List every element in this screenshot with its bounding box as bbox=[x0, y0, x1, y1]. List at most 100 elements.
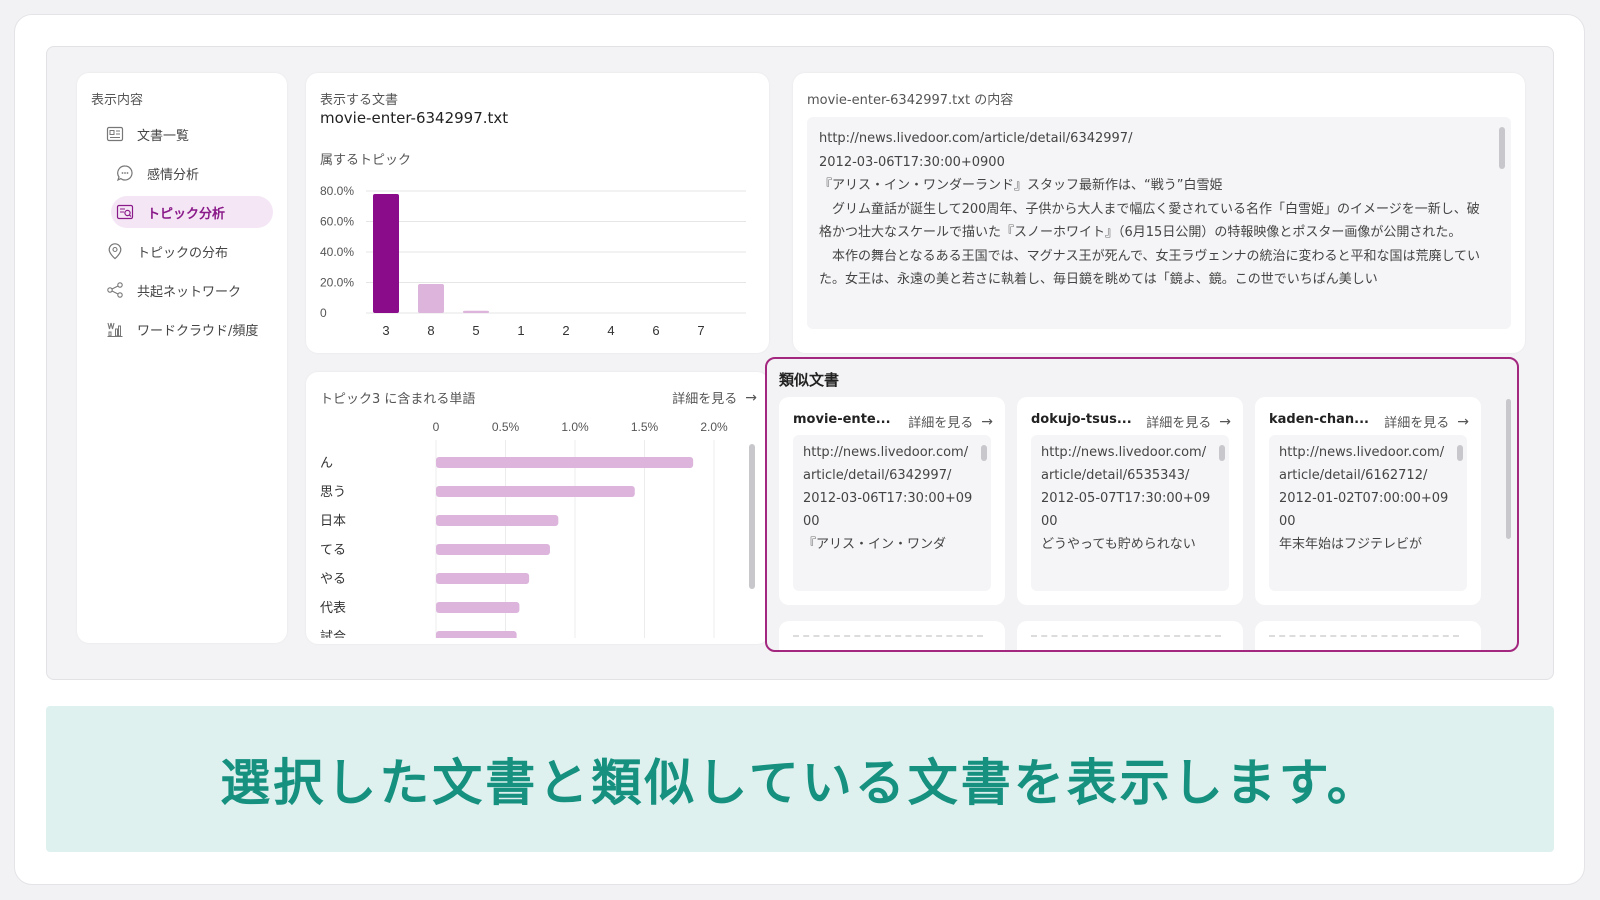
similar-document-text: http://news.livedoor.com/article/detail/… bbox=[1031, 435, 1229, 591]
x-tick-label: 4 bbox=[607, 323, 614, 338]
chat-bubble-icon bbox=[115, 163, 135, 183]
similar-document-card-partial[interactable] bbox=[1255, 621, 1481, 650]
word-label: 日本 bbox=[320, 513, 346, 528]
x-tick-label: 0 bbox=[433, 420, 440, 434]
word-bar bbox=[436, 602, 520, 613]
arrow-right-icon: → bbox=[981, 413, 993, 430]
word-label: 試合 bbox=[320, 629, 346, 638]
word-cloud-icon bbox=[105, 319, 125, 339]
content-line: グリム童話が誕生して200周年、子供から大人まで幅広く愛されている名作「白雪姫」… bbox=[819, 201, 1480, 241]
document-list-icon bbox=[105, 124, 125, 144]
y-tick-label: 20.0% bbox=[320, 276, 354, 290]
app-window: 表示内容 文書一覧 感情分析 トピック分析 トピックの分布 共起ネットワーク ワ… bbox=[46, 46, 1554, 680]
x-tick-label: 5 bbox=[472, 323, 479, 338]
topic-words-panel: トピック3 に含まれる単語 詳細を見る → 0 0.5% 1.0% 1.5% 2.0% ん… bbox=[306, 372, 769, 644]
sidebar-item-label: トピック分析 bbox=[147, 206, 226, 222]
x-tick-label: 2.0% bbox=[700, 420, 728, 434]
detail-link-label: 詳細を見る bbox=[1384, 416, 1450, 431]
similar-document-card[interactable]: dokujo-tsus... 詳細を見る → http://news.lived… bbox=[1017, 397, 1243, 605]
similar-document-name: movie-ente... bbox=[793, 412, 891, 427]
similar-document-card[interactable]: kaden-chan... 詳細を見る → http://news.livedo… bbox=[1255, 397, 1481, 605]
y-tick-label: 60.0% bbox=[320, 215, 354, 229]
content-panel: movie-enter-6342997.txt の内容 http://news.… bbox=[793, 73, 1525, 353]
document-content[interactable]: http://news.livedoor.com/article/detail/… bbox=[807, 117, 1511, 329]
similar-document-name: kaden-chan... bbox=[1269, 412, 1369, 427]
topic-words-detail-link[interactable]: 詳細を見る → bbox=[672, 388, 757, 408]
partial-row bbox=[1269, 635, 1459, 641]
word-bar bbox=[436, 631, 517, 638]
word-bar bbox=[436, 544, 550, 555]
document-filename: movie-enter-6342997.txt bbox=[320, 109, 509, 127]
content-scrollbar[interactable] bbox=[1499, 127, 1505, 169]
word-label: 代表 bbox=[320, 600, 346, 615]
document-label: 表示する文書 bbox=[320, 93, 399, 108]
word-bar bbox=[436, 486, 635, 497]
x-tick-label: 2 bbox=[562, 323, 569, 338]
document-panel: 表示する文書 movie-enter-6342997.txt 属するトピック 0… bbox=[306, 73, 769, 353]
arrow-right-icon: → bbox=[1457, 413, 1469, 430]
similar-document-detail-link[interactable]: 詳細を見る → bbox=[908, 412, 993, 432]
detail-link-label: 詳細を見る bbox=[672, 392, 738, 407]
sidebar-item-label: 共起ネットワーク bbox=[137, 284, 242, 300]
content-line: 『アリス・イン・ワンダーランド』スタッフ最新作は、“戦う”白雪姫 bbox=[819, 178, 1223, 193]
word-label: 思う bbox=[320, 484, 346, 499]
card-scrollbar[interactable] bbox=[1457, 445, 1463, 461]
similar-document-name: dokujo-tsus... bbox=[1031, 412, 1131, 427]
x-tick-label: 7 bbox=[697, 323, 704, 338]
content-title: movie-enter-6342997.txt の内容 bbox=[807, 93, 1014, 108]
y-tick-label: 40.0% bbox=[320, 245, 354, 259]
y-tick-label: 80.0% bbox=[320, 184, 354, 198]
x-tick-label: 1.5% bbox=[631, 420, 659, 434]
sidebar-title: 表示内容 bbox=[91, 93, 144, 108]
network-icon bbox=[105, 280, 125, 300]
partial-row bbox=[1031, 635, 1221, 641]
x-tick-label: 8 bbox=[427, 323, 434, 338]
topic-label: 属するトピック bbox=[320, 153, 412, 168]
sidebar-item-topic-distribution[interactable]: トピックの分布 bbox=[101, 235, 273, 267]
sidebar-item-topic-analysis[interactable]: トピック分析 bbox=[111, 196, 273, 228]
topic-bar bbox=[463, 310, 489, 313]
x-tick-label: 3 bbox=[382, 323, 389, 338]
x-tick-label: 1.0% bbox=[561, 420, 589, 434]
arrow-right-icon: → bbox=[1219, 413, 1231, 430]
similar-document-card[interactable]: movie-ente... 詳細を見る → http://news.livedo… bbox=[779, 397, 1005, 605]
sidebar-item-sentiment[interactable]: 感情分析 bbox=[111, 157, 273, 189]
card-scrollbar[interactable] bbox=[981, 445, 987, 461]
sidebar: 表示内容 文書一覧 感情分析 トピック分析 トピックの分布 共起ネットワーク ワ… bbox=[77, 73, 287, 643]
x-tick-label: 0.5% bbox=[492, 420, 520, 434]
similar-document-card-partial[interactable] bbox=[1017, 621, 1243, 650]
detail-link-label: 詳細を見る bbox=[1146, 416, 1212, 431]
word-bar bbox=[436, 515, 559, 526]
similar-document-card-partial[interactable] bbox=[779, 621, 1005, 650]
caption-banner: 選択した文書と類似している文書を表示します。 bbox=[46, 706, 1554, 852]
card-scrollbar[interactable] bbox=[1219, 445, 1225, 461]
x-tick-label: 1 bbox=[517, 323, 524, 338]
words-scrollbar[interactable] bbox=[749, 444, 755, 589]
arrow-right-icon: → bbox=[745, 389, 757, 406]
sidebar-item-word-cloud[interactable]: ワードクラウド/頻度 bbox=[101, 313, 273, 345]
topic-analysis-icon bbox=[115, 202, 135, 222]
detail-link-label: 詳細を見る bbox=[908, 416, 974, 431]
sidebar-item-cooccurrence-network[interactable]: 共起ネットワーク bbox=[101, 274, 273, 306]
topic-words-title: トピック3 に含まれる単語 bbox=[320, 392, 476, 407]
topic-bar bbox=[373, 194, 399, 313]
similar-document-text: http://news.livedoor.com/article/detail/… bbox=[1269, 435, 1467, 591]
similar-documents-panel: 類似文書 movie-ente... 詳細を見る → http://news.l… bbox=[765, 357, 1519, 652]
sidebar-item-label: トピックの分布 bbox=[137, 245, 229, 261]
sidebar-item-document-list[interactable]: 文書一覧 bbox=[101, 118, 273, 150]
similar-document-detail-link[interactable]: 詳細を見る → bbox=[1146, 412, 1231, 432]
sidebar-item-label: 文書一覧 bbox=[137, 128, 190, 144]
topic-bar bbox=[418, 284, 444, 313]
similar-document-detail-link[interactable]: 詳細を見る → bbox=[1384, 412, 1469, 432]
sidebar-item-label: 感情分析 bbox=[147, 167, 200, 183]
location-pin-icon bbox=[105, 241, 125, 261]
content-line: http://news.livedoor.com/article/detail/… bbox=[819, 131, 1133, 146]
similar-documents-title: 類似文書 bbox=[779, 371, 840, 389]
content-line: 本作の舞台となるある王国では、マグナス王が死んで、女王ラヴェンナの統治に変わると… bbox=[819, 248, 1481, 288]
similar-scrollbar[interactable] bbox=[1506, 399, 1511, 539]
word-label: ん bbox=[320, 455, 333, 470]
y-tick-label: 0 bbox=[320, 306, 327, 320]
content-line: 2012-03-06T17:30:00+0900 bbox=[819, 154, 1005, 170]
word-bar bbox=[436, 457, 694, 468]
similar-document-text: http://news.livedoor.com/article/detail/… bbox=[793, 435, 991, 591]
